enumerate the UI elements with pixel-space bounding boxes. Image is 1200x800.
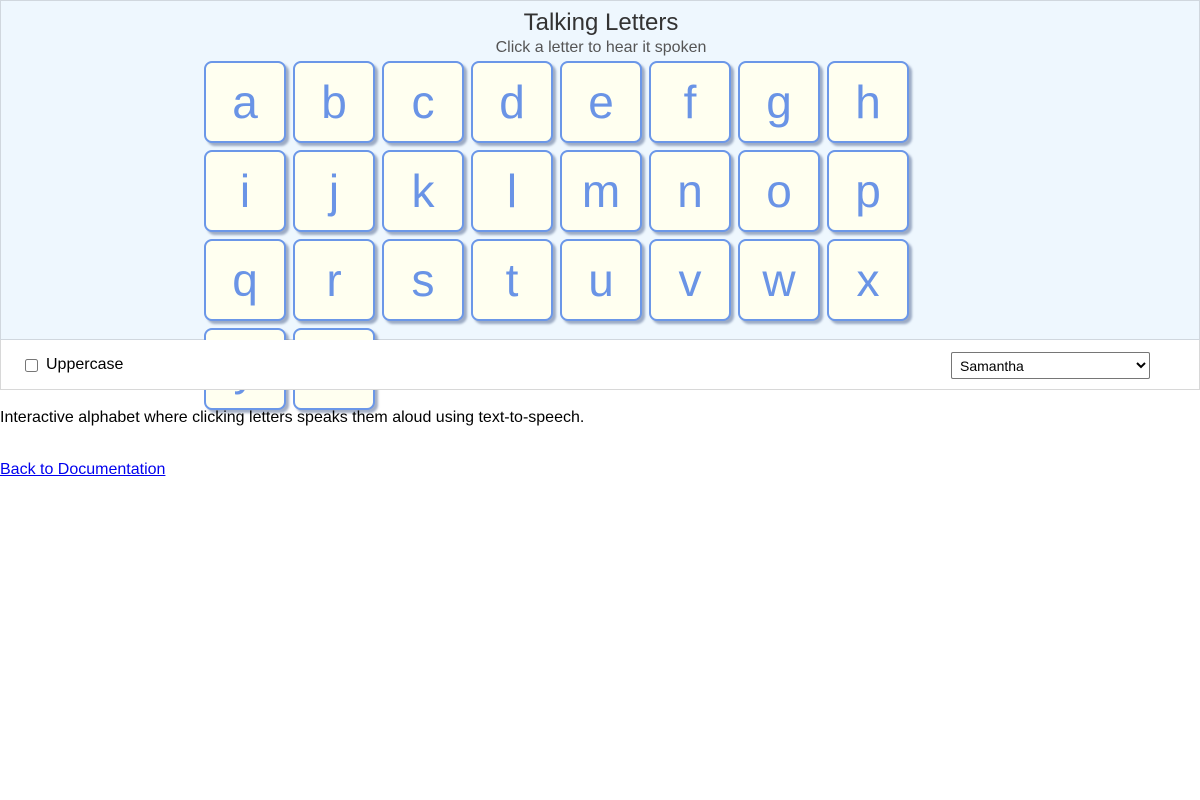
letter-key-l[interactable]: l <box>471 150 553 232</box>
controls-bar: Uppercase Samantha <box>0 340 1200 390</box>
letter-key-w[interactable]: w <box>738 239 820 321</box>
letter-key-g[interactable]: g <box>738 61 820 143</box>
letter-key-q[interactable]: q <box>204 239 286 321</box>
letter-key-b[interactable]: b <box>293 61 375 143</box>
letter-key-c[interactable]: c <box>382 61 464 143</box>
description-text: Interactive alphabet where clicking lett… <box>0 409 585 426</box>
letter-key-p[interactable]: p <box>827 150 909 232</box>
page-title: Talking Letters <box>523 9 679 36</box>
letter-key-h[interactable]: h <box>827 61 909 143</box>
letter-key-o[interactable]: o <box>738 150 820 232</box>
letter-key-n[interactable]: n <box>649 150 731 232</box>
letter-key-u[interactable]: u <box>560 239 642 321</box>
letter-key-d[interactable]: d <box>471 61 553 143</box>
letter-key-j[interactable]: j <box>293 150 375 232</box>
letter-key-r[interactable]: r <box>293 239 375 321</box>
uppercase-label: Uppercase <box>46 356 124 373</box>
letter-key-k[interactable]: k <box>382 150 464 232</box>
voice-select[interactable]: Samantha <box>951 352 1150 379</box>
uppercase-checkbox[interactable] <box>25 358 38 372</box>
letter-key-f[interactable]: f <box>649 61 731 143</box>
letter-key-a[interactable]: a <box>204 61 286 143</box>
letter-key-t[interactable]: t <box>471 239 553 321</box>
letter-key-v[interactable]: v <box>649 239 731 321</box>
letter-key-s[interactable]: s <box>382 239 464 321</box>
letter-key-i[interactable]: i <box>204 150 286 232</box>
letter-key-m[interactable]: m <box>560 150 642 232</box>
uppercase-option[interactable]: Uppercase <box>25 356 123 374</box>
page-subtitle: Click a letter to hear it spoken <box>495 39 707 56</box>
letter-key-x[interactable]: x <box>827 239 909 321</box>
back-to-documentation-link[interactable]: Back to Documentation <box>0 461 165 479</box>
letter-key-e[interactable]: e <box>560 61 642 143</box>
alphabet-panel: Talking Letters Click a letter to hear i… <box>0 0 1200 410</box>
